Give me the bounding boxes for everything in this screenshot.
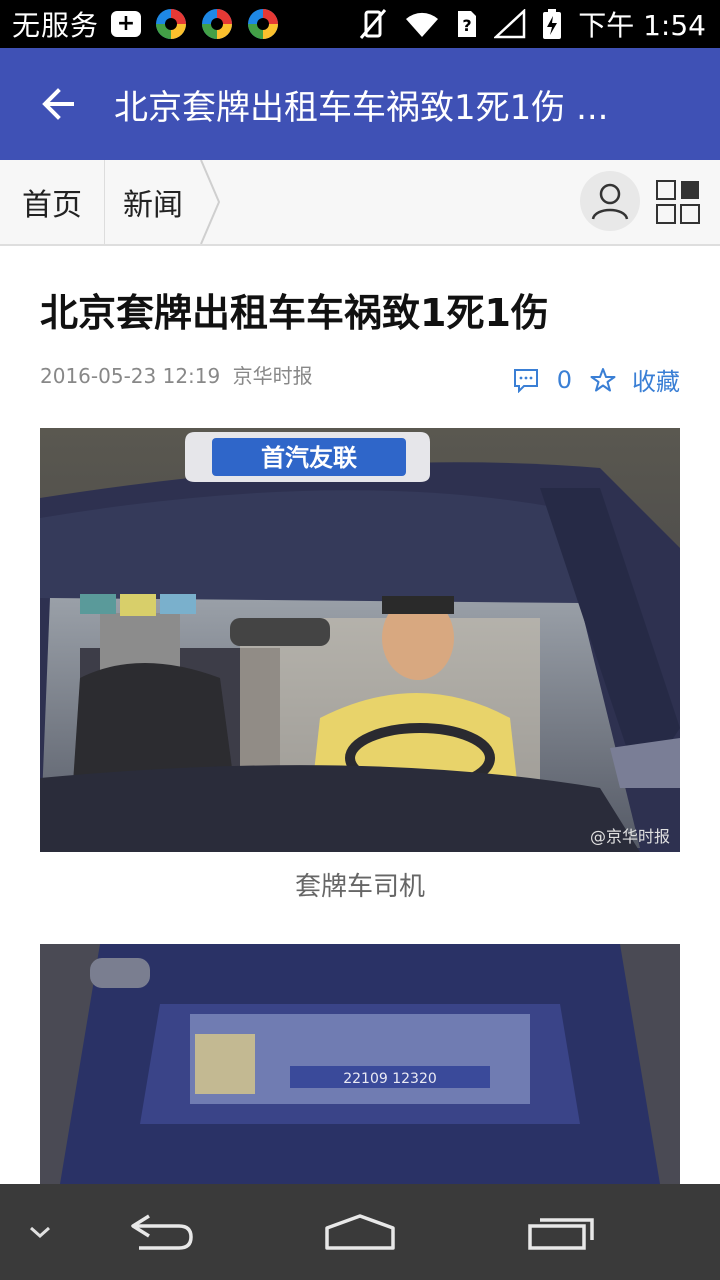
breadcrumb-news[interactable]: 新闻 xyxy=(105,160,221,244)
app-notification-icon xyxy=(202,9,233,39)
watermark-text: @京华时报 xyxy=(590,827,670,846)
image-caption: 套牌车司机 xyxy=(294,872,425,902)
article-image: 22109 12320 xyxy=(40,944,680,1184)
article-actions: 0 收藏 xyxy=(513,362,680,397)
user-icon xyxy=(591,183,629,220)
collapse-button[interactable] xyxy=(20,1184,60,1280)
grid-menu-icon[interactable] xyxy=(656,180,700,224)
carrier-text: 无服务 xyxy=(12,9,100,42)
clock: 下午 1:54 xyxy=(578,9,706,42)
article-meta: 2016-05-23 12:19 京华时报 xyxy=(40,360,313,389)
arrow-left-icon xyxy=(42,88,74,120)
article-title: 北京套牌出租车车祸致1死1伤 xyxy=(40,291,549,335)
article-date: 2016-05-23 12:19 xyxy=(40,364,221,388)
battery-charging-icon xyxy=(543,9,562,39)
add-notification-icon: + xyxy=(111,11,142,37)
breadcrumb-news-label: 新闻 xyxy=(123,188,183,223)
taxi-driver-photo: 首汽友联 @京华时报 xyxy=(40,428,680,852)
app-notification-icon xyxy=(248,9,279,39)
breadcrumb-home[interactable]: 首页 xyxy=(0,160,105,244)
recent-apps-icon xyxy=(528,1218,594,1250)
taxi-front-photo: 22109 12320 xyxy=(40,944,680,1184)
app-header: 北京套牌出租车车祸致1死1伤 ... xyxy=(0,48,720,160)
sim-unknown-icon: ? xyxy=(458,11,477,37)
comment-icon[interactable] xyxy=(513,367,539,393)
article-source: 京华时报 xyxy=(232,364,313,388)
user-avatar[interactable] xyxy=(580,171,640,231)
back-button[interactable] xyxy=(32,78,84,130)
plate-text: 22109 12320 xyxy=(343,1071,437,1087)
system-nav-bar xyxy=(0,1184,720,1280)
comment-count[interactable]: 0 xyxy=(557,366,572,394)
favorite-button[interactable]: 收藏 xyxy=(632,362,680,397)
recents-nav-button[interactable] xyxy=(520,1184,604,1280)
signal-icon xyxy=(494,9,526,39)
chevron-down-icon xyxy=(30,1226,50,1239)
home-icon xyxy=(325,1214,395,1250)
star-icon[interactable] xyxy=(590,367,616,393)
header-title: 北京套牌出租车车祸致1死1伤 ... xyxy=(114,87,609,128)
app-notification-icon xyxy=(156,9,187,39)
vibrate-off-icon xyxy=(360,9,387,39)
article-image: 首汽友联 @京华时报 xyxy=(40,428,680,852)
svg-text:?: ? xyxy=(463,16,472,35)
roof-sign-text: 首汽友联 xyxy=(261,444,357,472)
back-icon xyxy=(131,1214,193,1250)
status-bar: 无服务 + ? 下午 1:54 xyxy=(0,0,720,48)
back-nav-button[interactable] xyxy=(118,1184,202,1280)
chevron-right-icon xyxy=(200,160,221,244)
home-nav-button[interactable] xyxy=(318,1184,402,1280)
wifi-icon xyxy=(406,12,439,37)
